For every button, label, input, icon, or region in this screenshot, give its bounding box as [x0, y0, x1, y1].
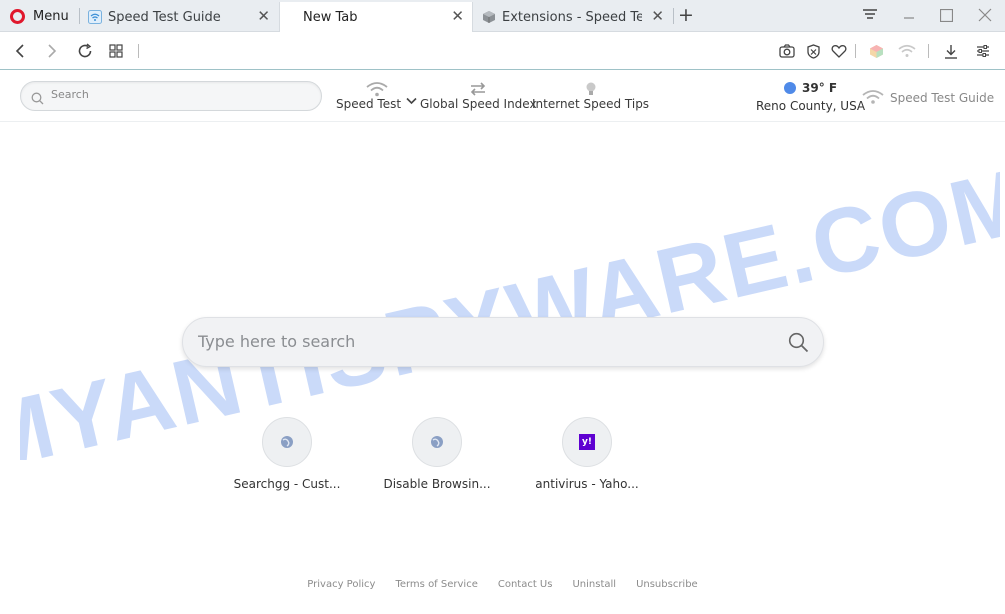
tab-new-tab[interactable]: New Tab ✕ — [279, 2, 473, 33]
toolbar-search-box[interactable] — [20, 81, 322, 111]
maximize-icon[interactable] — [939, 8, 954, 26]
tile-label: Disable Browsin... — [383, 477, 491, 491]
speed-dial-tile-yahoo[interactable]: y! antivirus - Yaho... — [527, 417, 647, 491]
main-search-input[interactable] — [198, 332, 758, 351]
back-arrow-icon[interactable] — [10, 41, 30, 61]
privacy-policy-link[interactable]: Privacy Policy — [307, 579, 375, 590]
tab-menu-icon[interactable] — [862, 8, 878, 26]
weather-temperature: 39° F — [802, 81, 838, 95]
main-search-box[interactable] — [182, 317, 824, 367]
contact-us-link[interactable]: Contact Us — [498, 579, 553, 590]
watermark-overlay: MYANTISPYWARE.COM — [20, 160, 1000, 460]
close-tab-icon[interactable]: ✕ — [451, 8, 464, 24]
bookmark-heart-icon[interactable] — [829, 41, 849, 61]
new-tab-plus-icon[interactable]: + — [678, 4, 694, 26]
uninstall-link[interactable]: Uninstall — [572, 579, 616, 590]
tab-strip: Menu Speed Test Guide ✕ New Tab ✕ Extens… — [0, 0, 1005, 33]
speed-dial-tile-searchgg[interactable]: Searchgg - Cust... — [227, 417, 347, 491]
chevron-down-icon — [406, 94, 417, 108]
wifi-extension-icon[interactable] — [897, 41, 917, 61]
weather-icon — [784, 82, 797, 94]
close-tab-icon[interactable]: ✕ — [257, 8, 270, 24]
weather-location: Reno County, USA — [756, 99, 866, 113]
address-separator — [855, 44, 856, 58]
speed-test-dropdown[interactable]: Speed Test — [336, 77, 417, 111]
menu-label: Menu — [33, 8, 69, 24]
extension-toolbar: Speed Test Global Speed Index Internet S… — [0, 71, 1005, 122]
tab-speed-test-guide[interactable]: Speed Test Guide ✕ — [80, 2, 278, 32]
extension-cube-icon[interactable] — [866, 41, 886, 61]
speed-test-guide-brand[interactable]: Speed Test Guide — [862, 89, 994, 107]
search-icon — [31, 90, 44, 109]
tab-title: Extensions - Speed Te — [502, 9, 642, 25]
terms-of-service-link[interactable]: Terms of Service — [395, 579, 477, 590]
close-tab-icon[interactable]: ✕ — [651, 8, 664, 24]
speed-test-label: Speed Test — [336, 97, 402, 111]
toolbar-search-input[interactable] — [51, 88, 311, 101]
adblock-shield-icon[interactable] — [803, 41, 823, 61]
wifi-icon — [336, 77, 417, 97]
wifi-favicon-icon — [88, 10, 102, 24]
tile-label: Searchgg - Cust... — [233, 477, 341, 491]
easy-setup-sliders-icon[interactable] — [973, 41, 993, 61]
forward-arrow-icon[interactable] — [42, 41, 62, 61]
global-speed-index-link[interactable]: Global Speed Index — [420, 77, 537, 111]
search-icon[interactable] — [788, 332, 809, 357]
footer-links: Privacy Policy Terms of Service Contact … — [0, 579, 1005, 590]
internet-speed-tips-link[interactable]: Internet Speed Tips — [532, 77, 649, 111]
opera-logo-icon — [10, 8, 25, 24]
tab-title: New Tab — [303, 10, 358, 25]
lightbulb-icon — [532, 77, 649, 97]
extension-cube-icon — [482, 10, 496, 24]
reload-icon[interactable] — [75, 41, 95, 61]
address-separator — [138, 44, 139, 58]
tile-circle: y! — [562, 417, 612, 467]
tab-title: Speed Test Guide — [108, 9, 221, 25]
speed-dial-tile-disable-browsing[interactable]: Disable Browsin... — [377, 417, 497, 491]
tile-circle — [412, 417, 462, 467]
internet-speed-tips-label: Internet Speed Tips — [532, 97, 650, 111]
tile-circle — [262, 417, 312, 467]
watermark-text: MYANTISPYWARE.COM — [20, 160, 1000, 460]
global-speed-index-label: Global Speed Index — [420, 97, 537, 111]
close-window-icon[interactable] — [978, 8, 992, 26]
address-bar — [0, 32, 1005, 70]
tab-extensions[interactable]: Extensions - Speed Te ✕ — [474, 2, 672, 32]
transfer-arrows-icon — [420, 77, 537, 97]
snapshot-camera-icon[interactable] — [777, 41, 797, 61]
brand-label: Speed Test Guide — [890, 91, 995, 105]
yahoo-logo-icon: y! — [579, 434, 595, 450]
tab-separator — [673, 8, 674, 24]
tile-label: antivirus - Yaho... — [535, 477, 639, 491]
address-separator — [928, 44, 929, 58]
weather-widget[interactable]: 39° F Reno County, USA — [756, 81, 865, 113]
globe-icon — [281, 436, 293, 448]
wifi-logo-icon — [862, 89, 884, 107]
unsubscribe-link[interactable]: Unsubscribe — [636, 579, 698, 590]
minimize-icon[interactable] — [902, 6, 916, 24]
download-icon[interactable] — [941, 41, 961, 61]
opera-menu-button[interactable]: Menu — [0, 0, 78, 32]
speed-dial-grid-icon[interactable] — [106, 41, 126, 61]
globe-icon — [431, 436, 443, 448]
